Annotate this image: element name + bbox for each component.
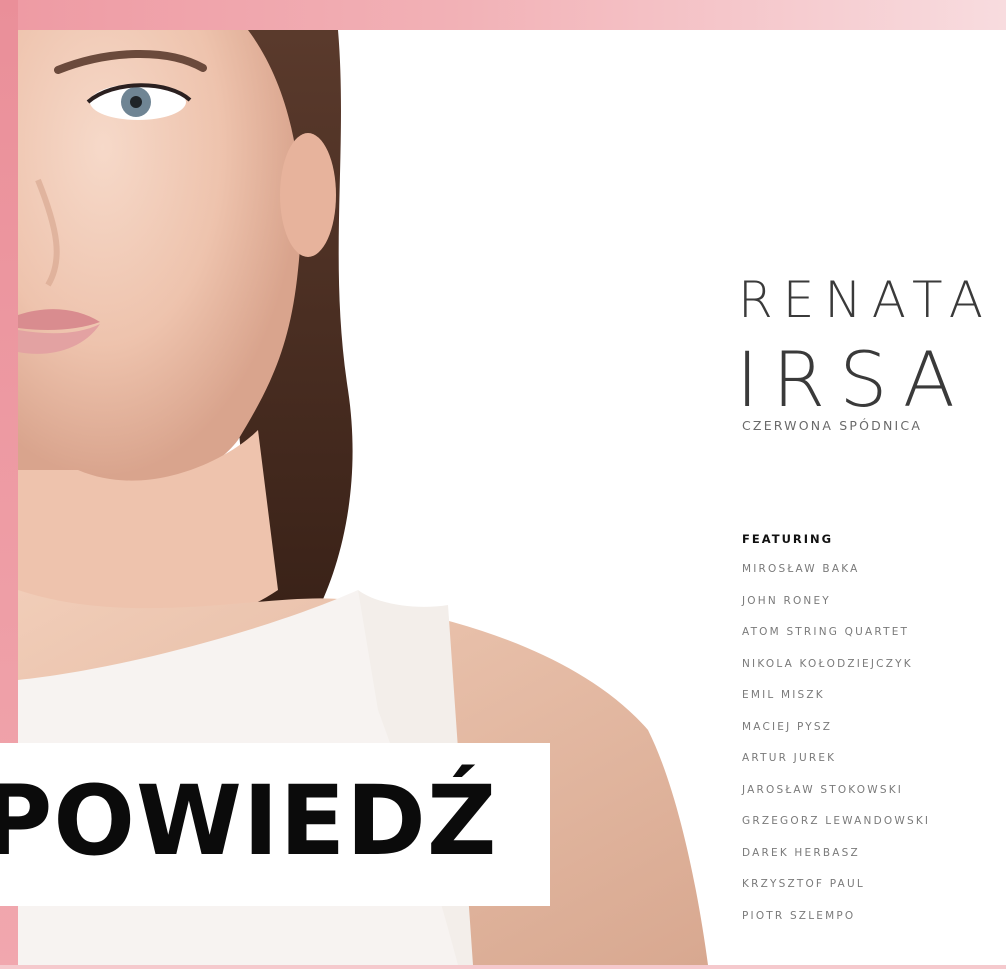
featuring-name: PIOTR SZLEMPO: [742, 909, 856, 922]
featuring-name: GRZEGORZ LEWANDOWSKI: [742, 815, 931, 827]
featuring-heading: FEATURING: [742, 532, 834, 546]
featuring-name: JAROSŁAW STOKOWSKI: [742, 783, 904, 796]
featuring-name: EMIL MISZK: [742, 689, 825, 701]
featuring-name: MIROSŁAW BAKA: [742, 563, 860, 575]
featuring-name: MACIEJ PYSZ: [742, 720, 833, 733]
title-banner: POWIEDŹ: [0, 743, 550, 906]
pink-frame-top: [0, 0, 1006, 30]
featuring-name: JOHN RONEY: [742, 594, 831, 607]
featuring-name: ATOM STRING QUARTET: [742, 626, 910, 638]
featuring-name: KRZYSZTOF PAUL: [742, 878, 865, 890]
banner-word: POWIEDŹ: [0, 765, 498, 877]
pink-frame-bottom: [0, 965, 1006, 969]
featuring-name: DAREK HERBASZ: [742, 846, 860, 859]
featuring-section: FEATURING MIROSŁAW BAKA JOHN RONEY ATOM …: [742, 530, 1002, 938]
featuring-name: ARTUR JUREK: [742, 752, 837, 764]
album-title: CZERWONA SPÓDNICA: [742, 418, 923, 433]
featuring-list: MIROSŁAW BAKA JOHN RONEY ATOM STRING QUA…: [742, 560, 1002, 938]
artist-first-name: RENATA: [738, 271, 993, 329]
artist-last-name: IRSA: [736, 335, 969, 424]
album-cover: RENATA IRSA CZERWONA SPÓDNICA FEATURING …: [0, 0, 1006, 969]
featuring-name: NIKOLA KOŁODZIEJCZYK: [742, 657, 913, 670]
